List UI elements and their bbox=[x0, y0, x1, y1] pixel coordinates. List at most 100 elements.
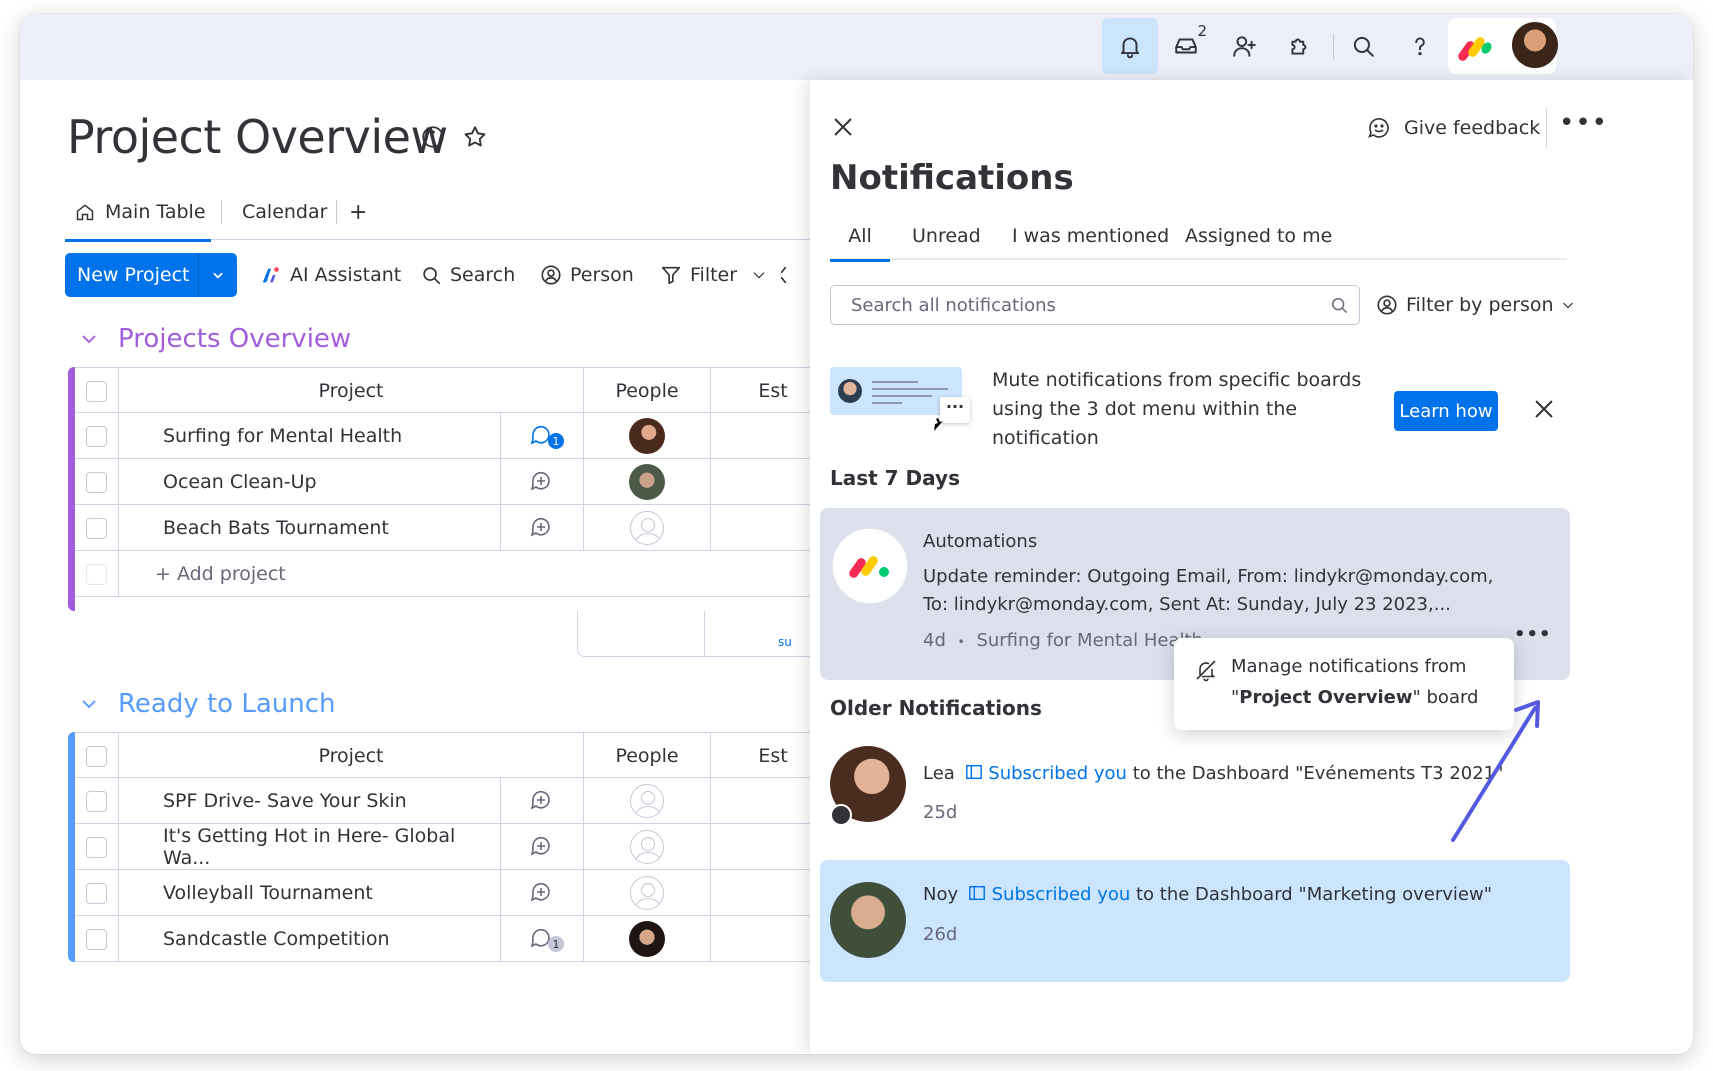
group-title-ready-to-launch[interactable]: Ready to Launch bbox=[80, 689, 336, 719]
tab-unread[interactable]: Unread bbox=[912, 212, 981, 260]
help-button[interactable] bbox=[1392, 18, 1448, 74]
tab-assigned[interactable]: Assigned to me bbox=[1185, 212, 1332, 260]
notification-sender[interactable]: Automations bbox=[923, 528, 1037, 556]
project-name-cell[interactable]: Ocean Clean-Up bbox=[119, 459, 501, 505]
project-column-header[interactable]: Project bbox=[119, 733, 584, 779]
table-row[interactable]: Sandcastle Competition 1 bbox=[75, 916, 905, 962]
learn-how-button[interactable]: Learn how bbox=[1394, 391, 1498, 431]
person-filter-button[interactable]: Person bbox=[540, 253, 634, 297]
project-name-cell[interactable]: SPF Drive- Save Your Skin bbox=[119, 778, 501, 824]
select-all-checkbox[interactable] bbox=[86, 380, 107, 402]
notification-message[interactable]: Update reminder: Outgoing Email, From: l… bbox=[923, 563, 1523, 619]
people-cell[interactable] bbox=[584, 413, 711, 459]
project-name-cell[interactable]: Volleyball Tournament bbox=[119, 870, 501, 916]
updates-cell[interactable] bbox=[501, 505, 584, 551]
chevron-down-icon[interactable] bbox=[80, 330, 98, 348]
add-item-row[interactable]: + Add project bbox=[75, 551, 905, 597]
notification-item[interactable]: Noy Subscribed you to the Dashboard "Mar… bbox=[820, 860, 1570, 982]
people-cell[interactable] bbox=[584, 824, 711, 870]
row-checkbox[interactable] bbox=[86, 471, 107, 493]
row-checkbox[interactable] bbox=[86, 882, 107, 904]
account-menu[interactable] bbox=[1448, 18, 1558, 74]
notification-item-link[interactable]: Surfing for Mental Health bbox=[976, 630, 1203, 651]
sort-button[interactable] bbox=[778, 253, 808, 297]
project-name-cell[interactable]: Surfing for Mental Health bbox=[119, 413, 501, 459]
people-column-header[interactable]: People bbox=[584, 733, 711, 779]
chevron-down-icon[interactable] bbox=[198, 253, 237, 297]
inbox-button[interactable]: 2 bbox=[1158, 18, 1214, 74]
user-avatar[interactable] bbox=[1512, 22, 1558, 68]
people-cell[interactable] bbox=[584, 778, 711, 824]
row-checkbox-cell bbox=[75, 413, 119, 459]
invite-members-button[interactable] bbox=[1216, 18, 1272, 74]
row-checkbox[interactable] bbox=[86, 517, 107, 539]
table-row[interactable]: Volleyball Tournament bbox=[75, 870, 905, 916]
project-name-cell[interactable]: Sandcastle Competition bbox=[119, 916, 501, 962]
table-row[interactable]: SPF Drive- Save Your Skin bbox=[75, 778, 905, 824]
row-checkbox[interactable] bbox=[86, 928, 107, 950]
tab-all[interactable]: All bbox=[830, 212, 890, 262]
filter-by-person-dropdown[interactable]: Filter by person bbox=[1376, 285, 1576, 325]
row-checkbox-cell bbox=[75, 551, 119, 597]
star-icon[interactable] bbox=[462, 124, 488, 150]
info-icon[interactable] bbox=[420, 124, 446, 150]
dismiss-tip-button[interactable] bbox=[1533, 398, 1555, 420]
inbox-badge: 2 bbox=[1197, 22, 1207, 40]
ai-assistant-button[interactable]: AI Assistant bbox=[260, 253, 401, 297]
updates-cell[interactable]: 1 bbox=[501, 413, 584, 459]
updates-cell[interactable] bbox=[501, 824, 584, 870]
home-icon bbox=[830, 804, 852, 826]
search-button[interactable] bbox=[1335, 18, 1391, 74]
notification-dots-button[interactable]: ••• bbox=[1514, 624, 1552, 645]
project-name-cell[interactable]: Beach Bats Tournament bbox=[119, 505, 501, 551]
new-project-button[interactable]: New Project bbox=[65, 253, 237, 297]
table-row[interactable]: Ocean Clean-Up bbox=[75, 459, 905, 505]
people-cell[interactable] bbox=[584, 505, 711, 551]
give-feedback-button[interactable]: Give feedback bbox=[1366, 108, 1540, 148]
tab-calendar[interactable]: Calendar bbox=[242, 184, 327, 240]
manage-notifications-menu-item[interactable]: Manage notifications from "Project Overv… bbox=[1174, 638, 1514, 730]
view-tabs: Main Table Calendar + bbox=[65, 184, 895, 242]
project-name-cell[interactable]: It's Getting Hot in Here- Global Wa... bbox=[119, 824, 501, 870]
integrations-button[interactable] bbox=[1272, 18, 1328, 74]
notification-age: 25d bbox=[923, 802, 958, 823]
table-row[interactable]: Beach Bats Tournament bbox=[75, 505, 905, 551]
notification-message[interactable]: Noy Subscribed you to the Dashboard "Mar… bbox=[923, 881, 1492, 909]
notification-item[interactable]: Lea Subscribed you to the Dashboard "Evé… bbox=[820, 730, 1570, 852]
add-update-icon bbox=[530, 790, 550, 810]
people-cell[interactable] bbox=[584, 459, 711, 505]
add-project-input[interactable]: + Add project bbox=[119, 551, 905, 597]
notifications-search-input[interactable]: Search all notifications bbox=[830, 285, 1360, 325]
updates-cell[interactable] bbox=[501, 459, 584, 505]
group-title-projects-overview[interactable]: Projects Overview bbox=[80, 324, 351, 354]
row-checkbox[interactable] bbox=[86, 425, 107, 447]
close-panel-button[interactable] bbox=[832, 116, 854, 138]
table-row[interactable]: It's Getting Hot in Here- Global Wa... bbox=[75, 824, 905, 870]
tab-main-table[interactable]: Main Table bbox=[65, 184, 211, 242]
sort-icon bbox=[780, 266, 787, 284]
filter-button[interactable]: Filter bbox=[660, 253, 775, 297]
chevron-down-icon[interactable] bbox=[80, 695, 98, 713]
table-row[interactable]: Surfing for Mental Health 1 bbox=[75, 413, 905, 459]
people-column-header[interactable]: People bbox=[584, 368, 711, 414]
tab-mentioned[interactable]: I was mentioned bbox=[1012, 212, 1169, 260]
notification-message[interactable]: Lea Subscribed you to the Dashboard "Evé… bbox=[923, 760, 1503, 788]
people-cell[interactable] bbox=[584, 916, 711, 962]
people-cell[interactable] bbox=[584, 870, 711, 916]
add-view-button[interactable]: + bbox=[349, 184, 367, 240]
notification-action-link[interactable]: Subscribed you bbox=[988, 763, 1127, 784]
updates-cell[interactable] bbox=[501, 778, 584, 824]
notification-sender[interactable]: Lea bbox=[923, 763, 955, 784]
notifications-button[interactable] bbox=[1102, 18, 1158, 74]
project-column-header[interactable]: Project bbox=[119, 368, 584, 414]
notification-sender[interactable]: Noy bbox=[923, 884, 958, 905]
updates-cell[interactable]: 1 bbox=[501, 916, 584, 962]
updates-cell[interactable] bbox=[501, 870, 584, 916]
select-all-checkbox[interactable] bbox=[86, 745, 107, 767]
search-board-button[interactable]: Search bbox=[420, 253, 515, 297]
row-checkbox[interactable] bbox=[86, 790, 107, 812]
row-checkbox[interactable] bbox=[86, 836, 107, 858]
notification-action-link[interactable]: Subscribed you bbox=[992, 884, 1131, 905]
panel-more-button[interactable]: ••• bbox=[1546, 108, 1608, 148]
chevron-down-icon[interactable] bbox=[751, 267, 767, 283]
